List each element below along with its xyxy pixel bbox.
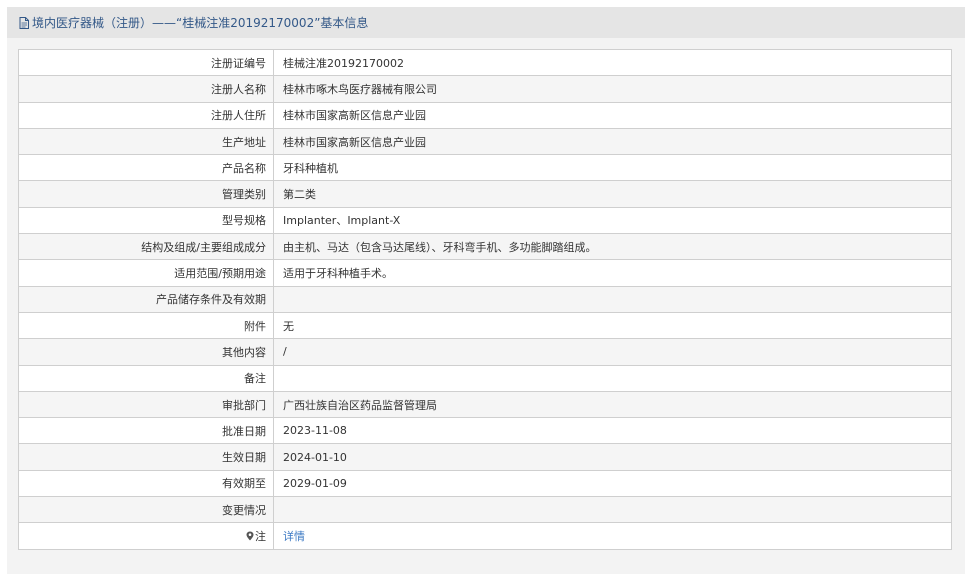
row-label: 结构及组成/主要组成成分 — [18, 233, 274, 261]
row-label: 附件 — [18, 311, 274, 340]
row-value: 第二类 — [273, 180, 952, 208]
table-row: 注册人名称 桂林市啄木鸟医疗器械有限公司 — [18, 75, 952, 103]
table-row: 结构及组成/主要组成成分 由主机、马达（包含马达尾线）、牙科弯手机、多功能脚踏组… — [18, 233, 952, 261]
row-label: 批准日期 — [18, 417, 274, 445]
row-label: 产品储存条件及有效期 — [18, 285, 274, 313]
info-panel: 注册证编号 桂械注准20192170002 注册人名称 桂林市啄木鸟医疗器械有限… — [7, 38, 965, 574]
row-value: 由主机、马达（包含马达尾线）、牙科弯手机、多功能脚踏组成。 — [273, 233, 952, 261]
row-label: 审批部门 — [18, 390, 274, 419]
row-label: 生产地址 — [18, 127, 274, 156]
table-row: 生效日期 2024-01-10 — [18, 443, 952, 471]
row-label: 有效期至 — [18, 469, 274, 498]
table-row: 注册人住所 桂林市国家高新区信息产业园 — [18, 101, 952, 129]
row-value: 牙科种植机 — [273, 154, 952, 182]
row-value — [273, 285, 952, 313]
row-value — [273, 496, 952, 524]
row-value: 无 — [273, 311, 952, 340]
row-value: 2023-11-08 — [273, 417, 952, 445]
row-value: 桂林市啄木鸟医疗器械有限公司 — [273, 75, 952, 103]
row-label: 其他内容 — [18, 338, 274, 366]
row-value: / — [273, 338, 952, 366]
table-row: 产品名称 牙科种植机 — [18, 154, 952, 182]
row-label: 管理类别 — [18, 180, 274, 208]
row-value: 2029-01-09 — [273, 469, 952, 498]
row-value: 桂林市国家高新区信息产业园 — [273, 127, 952, 156]
info-table: 注册证编号 桂械注准20192170002 注册人名称 桂林市啄木鸟医疗器械有限… — [18, 48, 952, 550]
row-label: 生效日期 — [18, 443, 274, 471]
row-label: 注册人住所 — [18, 101, 274, 129]
page: 境内医疗器械（注册）——“桂械注准20192170002”基本信息 注册证编号 … — [0, 0, 968, 581]
note-label: 注 — [255, 529, 266, 543]
table-row: 适用范围/预期用途 适用于牙科种植手术。 — [18, 259, 952, 287]
row-label: 变更情况 — [18, 496, 274, 524]
table-row: 其他内容 / — [18, 338, 952, 366]
row-value: 桂械注准20192170002 — [273, 48, 952, 77]
table-row: 型号规格 Implanter、Implant-X — [18, 206, 952, 235]
page-title: 境内医疗器械（注册）——“桂械注准20192170002”基本信息 — [32, 16, 369, 30]
row-value — [273, 364, 952, 392]
row-label: 型号规格 — [18, 206, 274, 235]
table-row: 审批部门 广西壮族自治区药品监督管理局 — [18, 390, 952, 419]
header-bar: 境内医疗器械（注册）——“桂械注准20192170002”基本信息 — [7, 7, 965, 38]
table-row: 有效期至 2029-01-09 — [18, 469, 952, 498]
document-icon — [19, 16, 29, 29]
row-label: 产品名称 — [18, 154, 274, 182]
table-row: 备注 — [18, 364, 952, 392]
info-table-body: 注册证编号 桂械注准20192170002 注册人名称 桂林市啄木鸟医疗器械有限… — [18, 48, 952, 550]
table-row: 产品储存条件及有效期 — [18, 285, 952, 313]
row-label: 注册人名称 — [18, 75, 274, 103]
table-row: 批准日期 2023-11-08 — [18, 417, 952, 445]
table-row: 附件 无 — [18, 311, 952, 340]
row-label: 备注 — [18, 364, 274, 392]
pin-icon — [246, 531, 254, 541]
table-row-note: 注 详情 — [18, 522, 952, 550]
row-label: 注册证编号 — [18, 48, 274, 77]
row-value: 广西壮族自治区药品监督管理局 — [273, 390, 952, 419]
row-value: Implanter、Implant-X — [273, 206, 952, 235]
row-label: 适用范围/预期用途 — [18, 259, 274, 287]
row-label-note: 注 — [18, 522, 274, 550]
table-row: 注册证编号 桂械注准20192170002 — [18, 48, 952, 77]
row-value: 适用于牙科种植手术。 — [273, 259, 952, 287]
row-value: 2024-01-10 — [273, 443, 952, 471]
table-row: 生产地址 桂林市国家高新区信息产业园 — [18, 127, 952, 156]
table-row: 管理类别 第二类 — [18, 180, 952, 208]
table-row: 变更情况 — [18, 496, 952, 524]
detail-link[interactable]: 详情 — [283, 530, 305, 543]
row-value: 桂林市国家高新区信息产业园 — [273, 101, 952, 129]
row-value-note: 详情 — [273, 522, 952, 550]
